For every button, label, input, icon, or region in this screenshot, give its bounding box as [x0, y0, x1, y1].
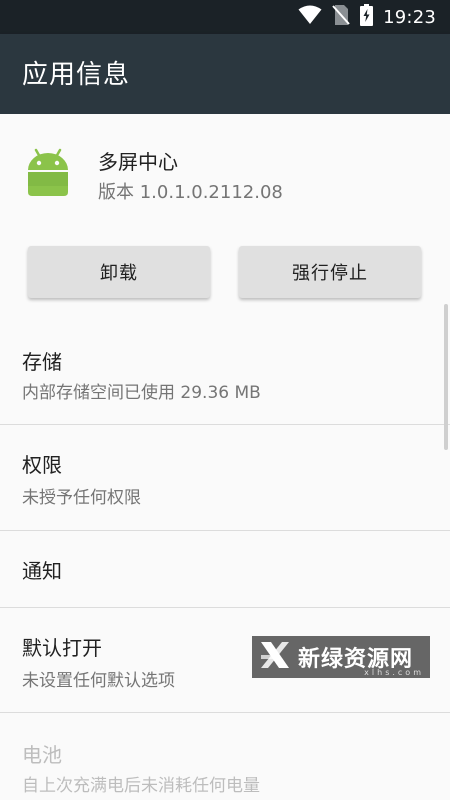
- battery-subtitle: 自上次充满电后未消耗任何电量: [22, 776, 260, 796]
- notifications-title: 通知: [22, 559, 62, 583]
- status-icons: 19:23: [298, 4, 436, 30]
- storage-subtitle: 内部存储空间已使用 29.36 MB: [22, 383, 261, 403]
- status-bar: 19:23: [0, 0, 450, 34]
- battery-charging-icon: [360, 4, 374, 30]
- open-by-default-subtitle: 未设置任何默认选项: [22, 671, 175, 691]
- android-robot-icon: [22, 146, 74, 198]
- page-title: 应用信息: [22, 60, 131, 90]
- open-by-default-title: 默认打开: [22, 636, 102, 660]
- list-item-permissions[interactable]: 权限 未授予任何权限: [0, 425, 450, 529]
- xl-logo-icon: [258, 638, 292, 676]
- app-header: 多屏中心 版本 1.0.1.0.2112.08: [0, 114, 450, 224]
- toolbar: 应用信息: [0, 34, 450, 114]
- watermark-sub: xlhs.com: [364, 668, 424, 677]
- list-item-battery[interactable]: 电池 自上次充满电后未消耗任何电量: [0, 713, 450, 800]
- list-item-notifications[interactable]: 通知: [0, 531, 450, 607]
- status-time: 19:23: [383, 6, 436, 28]
- battery-title: 电池: [22, 743, 62, 767]
- app-info-content[interactable]: 多屏中心 版本 1.0.1.0.2112.08 卸载 强行停止 存储 内部存储空…: [0, 114, 450, 800]
- storage-title: 存储: [22, 350, 62, 374]
- permissions-subtitle: 未授予任何权限: [22, 488, 141, 508]
- app-name: 多屏中心: [98, 150, 178, 174]
- scrollbar[interactable]: [444, 304, 448, 450]
- uninstall-button[interactable]: 卸载: [28, 246, 210, 298]
- watermark: 新绿资源网 xlhs.com: [252, 636, 430, 678]
- wifi-icon: [298, 5, 322, 29]
- no-sim-icon: [332, 4, 350, 30]
- force-stop-button[interactable]: 强行停止: [239, 246, 421, 298]
- permissions-title: 权限: [22, 453, 62, 477]
- app-version: 版本 1.0.1.0.2112.08: [98, 182, 283, 203]
- list-item-storage[interactable]: 存储 内部存储空间已使用 29.36 MB: [0, 326, 450, 424]
